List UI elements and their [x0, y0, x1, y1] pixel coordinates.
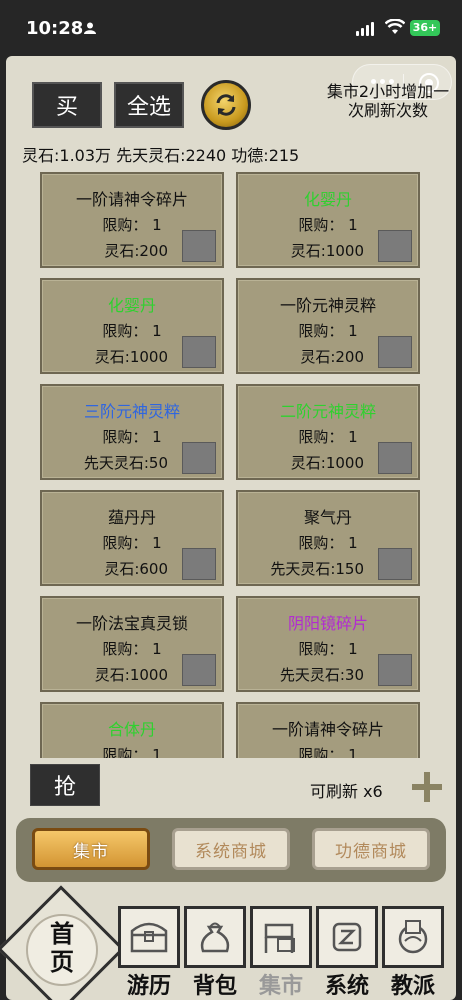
- item-price: 先天灵石:50: [83, 454, 168, 472]
- item-price: 灵石:1000: [290, 242, 364, 260]
- item-checkbox[interactable]: [378, 336, 412, 368]
- item-name: 三阶元神灵粹: [83, 402, 180, 421]
- battery-indicator: 36+: [410, 20, 440, 36]
- home-label: 首页: [50, 920, 74, 976]
- currency-display: 灵石:1.03万 先天灵石:2240 功德:215: [22, 146, 300, 165]
- item-checkbox[interactable]: [182, 548, 216, 580]
- system-seal-icon: [316, 906, 378, 968]
- refresh-count: 可刷新 x6: [310, 782, 383, 801]
- item-name: 化婴丹: [303, 190, 352, 209]
- app-container: 买 全选 集市2小时增加一次刷新次数 灵石:1.03万 先天灵石:2240 功德…: [0, 56, 456, 1000]
- nav-label: 背包: [192, 974, 237, 999]
- item-name: 一阶请神令碎片: [271, 720, 384, 739]
- item-card[interactable]: 一阶法宝真灵锁 限购： 1 灵石:1000: [40, 596, 224, 692]
- item-checkbox[interactable]: [182, 336, 216, 368]
- item-card[interactable]: 一阶请神令碎片 限购： 1 灵石:200: [40, 172, 224, 268]
- item-name: 合体丹: [107, 720, 156, 739]
- nav-item-travel[interactable]: 游历: [118, 906, 180, 1000]
- item-price: 灵石:1000: [290, 454, 364, 472]
- nav-item-market[interactable]: 集市: [250, 906, 312, 1000]
- sect-emblem-icon: [382, 906, 444, 968]
- chest-icon: [118, 906, 180, 968]
- item-card[interactable]: 化婴丹 限购： 1 灵石:1000: [236, 172, 420, 268]
- item-price: 灵石:1000: [94, 348, 168, 366]
- item-card[interactable]: 合体丹 限购： 1: [40, 702, 224, 758]
- item-card[interactable]: 阴阳镜碎片 限购： 1 先天灵石:30: [236, 596, 420, 692]
- tab-system-shop[interactable]: 系统商城: [172, 828, 290, 870]
- stall-icon: [250, 906, 312, 968]
- item-checkbox[interactable]: [378, 442, 412, 474]
- bottom-nav: 首页 游历 背包 集市 系统 教派: [0, 885, 456, 1000]
- refresh-icon[interactable]: [201, 80, 251, 130]
- shop-tab-bar: 集市 系统商城 功德商城: [16, 818, 446, 882]
- item-checkbox[interactable]: [182, 654, 216, 686]
- tab-merit-shop[interactable]: 功德商城: [312, 828, 430, 870]
- grab-button[interactable]: 抢: [30, 764, 100, 806]
- status-bar: 10:28 36+: [0, 0, 462, 50]
- item-card[interactable]: 化婴丹 限购： 1 灵石:1000: [40, 278, 224, 374]
- item-limit: 限购： 1: [102, 746, 162, 758]
- item-name: 二阶元神灵粹: [279, 402, 376, 421]
- item-checkbox[interactable]: [182, 442, 216, 474]
- item-name: 阴阳镜碎片: [287, 614, 368, 633]
- item-name: 聚气丹: [303, 508, 352, 527]
- item-price: 灵石:1000: [94, 666, 168, 684]
- item-price: 灵石:200: [300, 348, 364, 366]
- refresh-arrows-icon: [216, 94, 236, 116]
- status-time: 10:28: [26, 18, 84, 39]
- item-price: 先天灵石:150: [270, 560, 364, 578]
- nav-label: 系统: [324, 974, 369, 999]
- item-checkbox[interactable]: [182, 230, 216, 262]
- bag-icon: [184, 906, 246, 968]
- item-price: 灵石:600: [104, 560, 168, 578]
- item-name: 一阶请神令碎片: [75, 190, 188, 209]
- item-name: 化婴丹: [107, 296, 156, 315]
- item-name: 蕴丹丹: [107, 508, 156, 527]
- item-name: 一阶元神灵粹: [279, 296, 376, 315]
- buy-button[interactable]: 买: [32, 82, 102, 128]
- item-card[interactable]: 一阶请神令碎片 限购： 1: [236, 702, 420, 758]
- item-card[interactable]: 蕴丹丹 限购： 1 灵石:600: [40, 490, 224, 586]
- nav-item-system[interactable]: 系统: [316, 906, 378, 1000]
- item-price: 先天灵石:30: [279, 666, 364, 684]
- nav-item-bag[interactable]: 背包: [184, 906, 246, 1000]
- item-grid: 一阶请神令碎片 限购： 1 灵石:200 化婴丹 限购： 1 灵石:1000 化…: [6, 168, 456, 758]
- item-checkbox[interactable]: [378, 230, 412, 262]
- item-limit: 限购： 1: [298, 746, 358, 758]
- plus-icon[interactable]: [412, 772, 442, 802]
- item-checkbox[interactable]: [378, 654, 412, 686]
- cellular-signal-icon: [356, 22, 374, 36]
- item-checkbox[interactable]: [378, 548, 412, 580]
- item-name: 一阶法宝真灵锁: [75, 614, 188, 633]
- nav-label: 教派: [390, 974, 435, 999]
- nav-item-sect[interactable]: 教派: [382, 906, 444, 1000]
- refresh-notice: 集市2小时增加一次刷新次数: [326, 82, 450, 120]
- wifi-icon: [385, 19, 405, 34]
- item-card[interactable]: 二阶元神灵粹 限购： 1 灵石:1000: [236, 384, 420, 480]
- item-card[interactable]: 聚气丹 限购： 1 先天灵石:150: [236, 490, 420, 586]
- tab-market[interactable]: 集市: [32, 828, 150, 870]
- nav-label: 游历: [126, 974, 171, 999]
- item-card[interactable]: 一阶元神灵粹 限购： 1 灵石:200: [236, 278, 420, 374]
- item-card[interactable]: 三阶元神灵粹 限购： 1 先天灵石:50: [40, 384, 224, 480]
- nav-label: 集市: [258, 974, 303, 999]
- item-price: 灵石:200: [104, 242, 168, 260]
- action-row: 抢 可刷新 x6: [6, 762, 456, 812]
- select-all-button[interactable]: 全选: [114, 82, 184, 128]
- person-icon: [84, 22, 96, 34]
